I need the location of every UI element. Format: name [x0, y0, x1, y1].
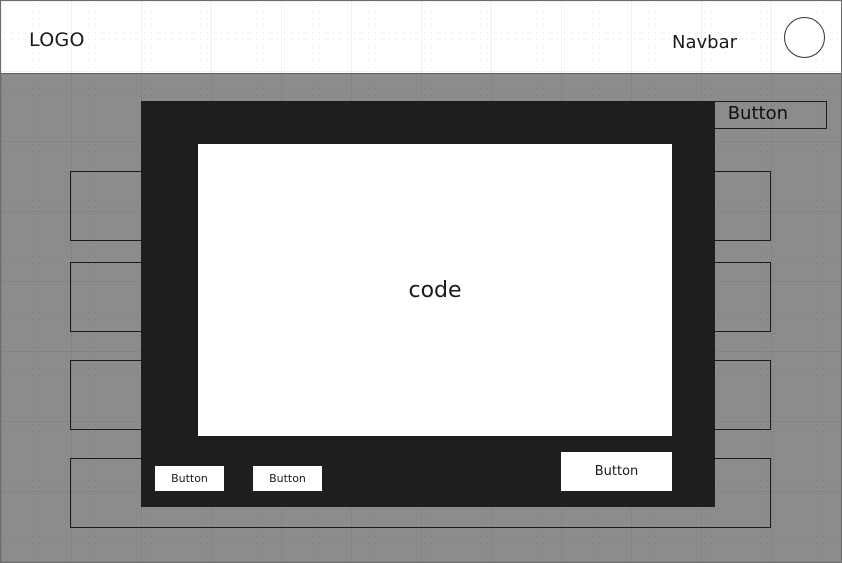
code-modal: code Button Button Button: [141, 101, 715, 507]
modal-button-first[interactable]: Button: [155, 466, 224, 491]
modal-button-second[interactable]: Button: [253, 466, 322, 491]
navbar-label[interactable]: Navbar: [672, 32, 737, 53]
navbar: LOGO Navbar: [1, 1, 841, 74]
code-panel[interactable]: code: [198, 144, 672, 436]
avatar[interactable]: [784, 17, 825, 58]
code-label: code: [408, 277, 462, 303]
logo[interactable]: LOGO: [29, 29, 85, 51]
wireframe-page: LOGO Navbar Button code Button Button Bu…: [0, 0, 842, 563]
modal-primary-button[interactable]: Button: [561, 452, 672, 491]
